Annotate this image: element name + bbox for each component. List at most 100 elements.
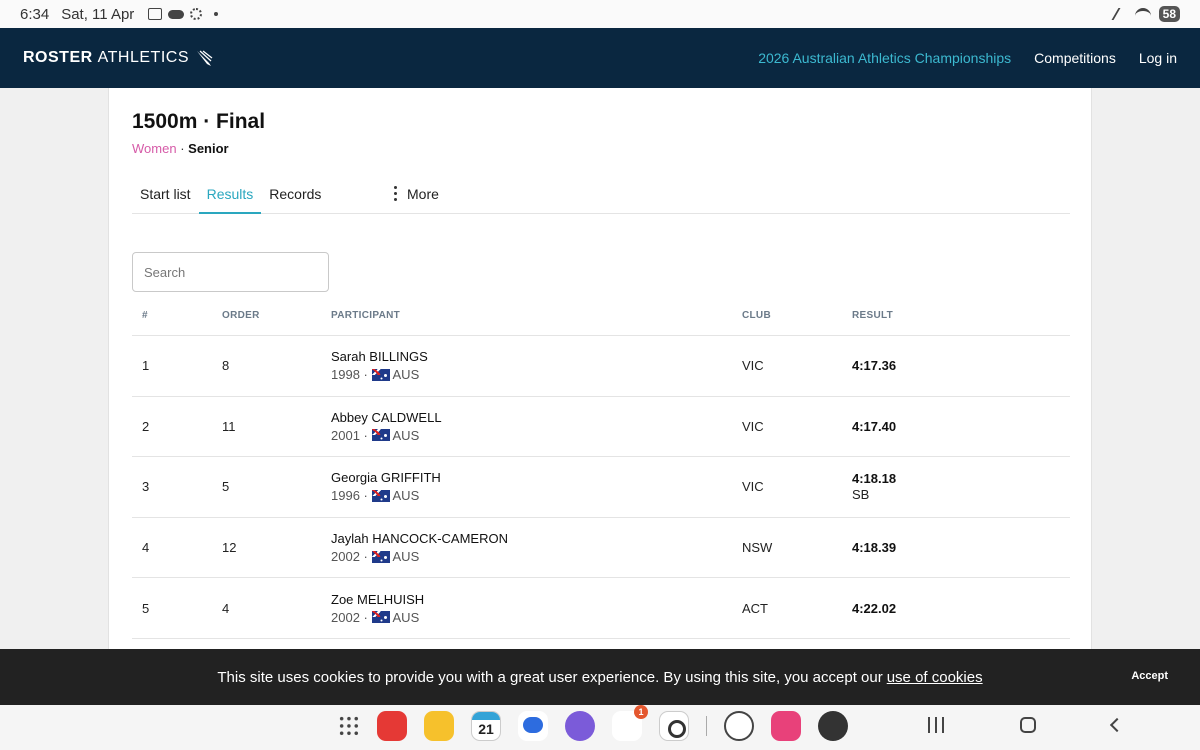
participant-country: AUS <box>392 549 420 565</box>
australia-flag-icon <box>371 611 390 624</box>
table-row[interactable]: 1 8 Sarah BILLINGS 1998 · AUS VIC 4:17.3… <box>132 336 1070 397</box>
cookie-banner: This site uses cookies to provide you wi… <box>0 649 1200 705</box>
participant-meta: 2002 · AUS <box>331 549 742 564</box>
row-order: 5 <box>222 479 230 495</box>
tab-results[interactable]: Results <box>198 180 262 214</box>
results-card: 1500m · Final Women · Senior Start list … <box>108 88 1092 650</box>
site-header: ROSTER ATHLETICS 2026 Australian Athleti… <box>0 28 1200 88</box>
header-result: RESULT <box>852 310 894 321</box>
dock-divider <box>706 716 707 736</box>
participant-name[interactable]: Jaylah HANCOCK-CAMERON <box>331 531 742 546</box>
participant-name[interactable]: Zoe MELHUISH <box>331 592 742 607</box>
sun-icon <box>190 8 203 20</box>
meta-separator: · <box>363 609 368 625</box>
table-header: # ORDER PARTICIPANT CLUB RESULT <box>132 296 1070 336</box>
australia-flag-icon <box>371 550 390 563</box>
tab-start-list[interactable]: Start list <box>132 180 199 214</box>
row-result: 4:17.36 <box>852 358 1052 373</box>
australia-flag-icon <box>371 489 390 502</box>
brand-bold: ROSTER <box>23 49 93 66</box>
result-time: 4:17.40 <box>852 418 897 434</box>
result-time: 4:22.02 <box>852 600 897 616</box>
accept-cookies-button[interactable]: Accept <box>1131 670 1168 682</box>
status-bar: 6:34 Sat, 11 Apr 58 <box>0 0 1200 28</box>
result-time: 4:18.39 <box>852 540 897 556</box>
row-rank: 1 <box>142 358 150 374</box>
app-drawer-icon[interactable] <box>338 715 360 737</box>
kebab-menu-icon <box>394 186 397 201</box>
tab-records[interactable]: Records <box>261 180 329 214</box>
row-rank: 2 <box>142 418 150 434</box>
event-gender[interactable]: Women <box>132 141 177 156</box>
battery-icon: 58 <box>1158 6 1180 22</box>
row-participant: Zoe MELHUISH 2002 · AUS <box>331 592 742 625</box>
table-row[interactable]: 2 11 Abbey CALDWELL 2001 · AUS VIC 4:17.… <box>132 397 1070 458</box>
nav-competitions-link[interactable]: Competitions <box>1034 50 1116 66</box>
result-time: 4:18.18 <box>852 471 897 487</box>
brand-logo[interactable]: ROSTER ATHLETICS <box>23 49 213 67</box>
participant-country: AUS <box>392 427 420 443</box>
page-title: 1500m · Final <box>132 110 266 133</box>
header-order: ORDER <box>222 310 260 321</box>
notification-dot-icon <box>214 12 219 16</box>
participant-name[interactable]: Abbey CALDWELL <box>331 410 742 425</box>
cookie-text: This site uses cookies to provide you wi… <box>217 668 883 686</box>
table-row[interactable]: 4 12 Jaylah HANCOCK-CAMERON 2002 · AUS N… <box>132 518 1070 579</box>
clock-app-icon[interactable] <box>724 711 754 741</box>
header-rank: # <box>142 310 148 321</box>
row-participant: Jaylah HANCOCK-CAMERON 2002 · AUS <box>331 531 742 564</box>
system-buttons <box>928 717 1125 733</box>
row-order: 11 <box>222 418 236 434</box>
header-participant: PARTICIPANT <box>331 310 401 321</box>
wing-logo-icon <box>197 50 213 66</box>
row-result: 4:18.39 <box>852 540 1052 555</box>
row-order: 8 <box>222 358 230 374</box>
meta-separator: · <box>363 427 368 443</box>
participant-year: 2002 <box>331 549 360 565</box>
notes-app-icon[interactable] <box>377 711 407 741</box>
files-app-icon[interactable] <box>424 711 454 741</box>
event-age-group: Senior <box>188 141 229 156</box>
participant-country: AUS <box>392 609 420 625</box>
table-row[interactable]: 5 4 Zoe MELHUISH 2002 · AUS ACT 4:22.02 <box>132 578 1070 639</box>
nav-login-link[interactable]: Log in <box>1139 50 1177 66</box>
participant-year: 1998 <box>331 367 360 383</box>
row-result: 4:17.40 <box>852 419 1052 434</box>
row-club: NSW <box>742 540 773 556</box>
participant-name[interactable]: Sarah BILLINGS <box>331 349 742 364</box>
status-date: Sat, 11 Apr <box>61 5 135 23</box>
row-club: VIC <box>742 418 764 434</box>
system-nav-bar: 21 1 <box>0 705 1200 750</box>
recent-apps-icon[interactable] <box>928 717 944 733</box>
tab-more-label: More <box>407 186 439 202</box>
messages-app-icon[interactable] <box>518 711 548 741</box>
participant-name[interactable]: Georgia GRIFFITH <box>331 470 742 485</box>
row-participant: Abbey CALDWELL 2001 · AUS <box>331 410 742 443</box>
gallery-app-icon[interactable] <box>771 711 801 741</box>
calendar-app-icon[interactable]: 21 <box>471 711 501 741</box>
participant-meta: 2001 · AUS <box>331 428 742 443</box>
row-result: 4:18.18 SB <box>852 471 1052 502</box>
nav-championship-link[interactable]: 2026 Australian Athletics Championships <box>758 50 1011 66</box>
camera-app-icon[interactable] <box>659 711 689 741</box>
participant-year: 2001 <box>331 427 360 443</box>
row-order: 12 <box>222 540 237 556</box>
browser-app-icon[interactable] <box>565 711 595 741</box>
multi-app-icon[interactable]: 1 <box>612 705 648 741</box>
back-icon[interactable] <box>1109 717 1125 733</box>
tab-more[interactable]: More <box>322 180 439 202</box>
event-subtitle: Women · Senior <box>132 141 229 156</box>
participant-meta: 1996 · AUS <box>331 488 742 503</box>
search-input[interactable] <box>132 252 329 292</box>
row-club: ACT <box>742 600 768 616</box>
table-row[interactable]: 3 5 Georgia GRIFFITH 1996 · AUS VIC 4:18… <box>132 457 1070 518</box>
row-participant: Sarah BILLINGS 1998 · AUS <box>331 349 742 382</box>
wifi-icon <box>1134 8 1151 20</box>
row-rank: 3 <box>142 479 150 495</box>
brand-light: ATHLETICS <box>97 49 189 66</box>
settings-app-icon[interactable] <box>818 711 848 741</box>
home-icon[interactable] <box>1020 717 1036 733</box>
row-club: VIC <box>742 358 764 374</box>
status-time: 6:34 <box>20 5 50 23</box>
cookie-policy-link[interactable]: use of cookies <box>887 669 983 686</box>
